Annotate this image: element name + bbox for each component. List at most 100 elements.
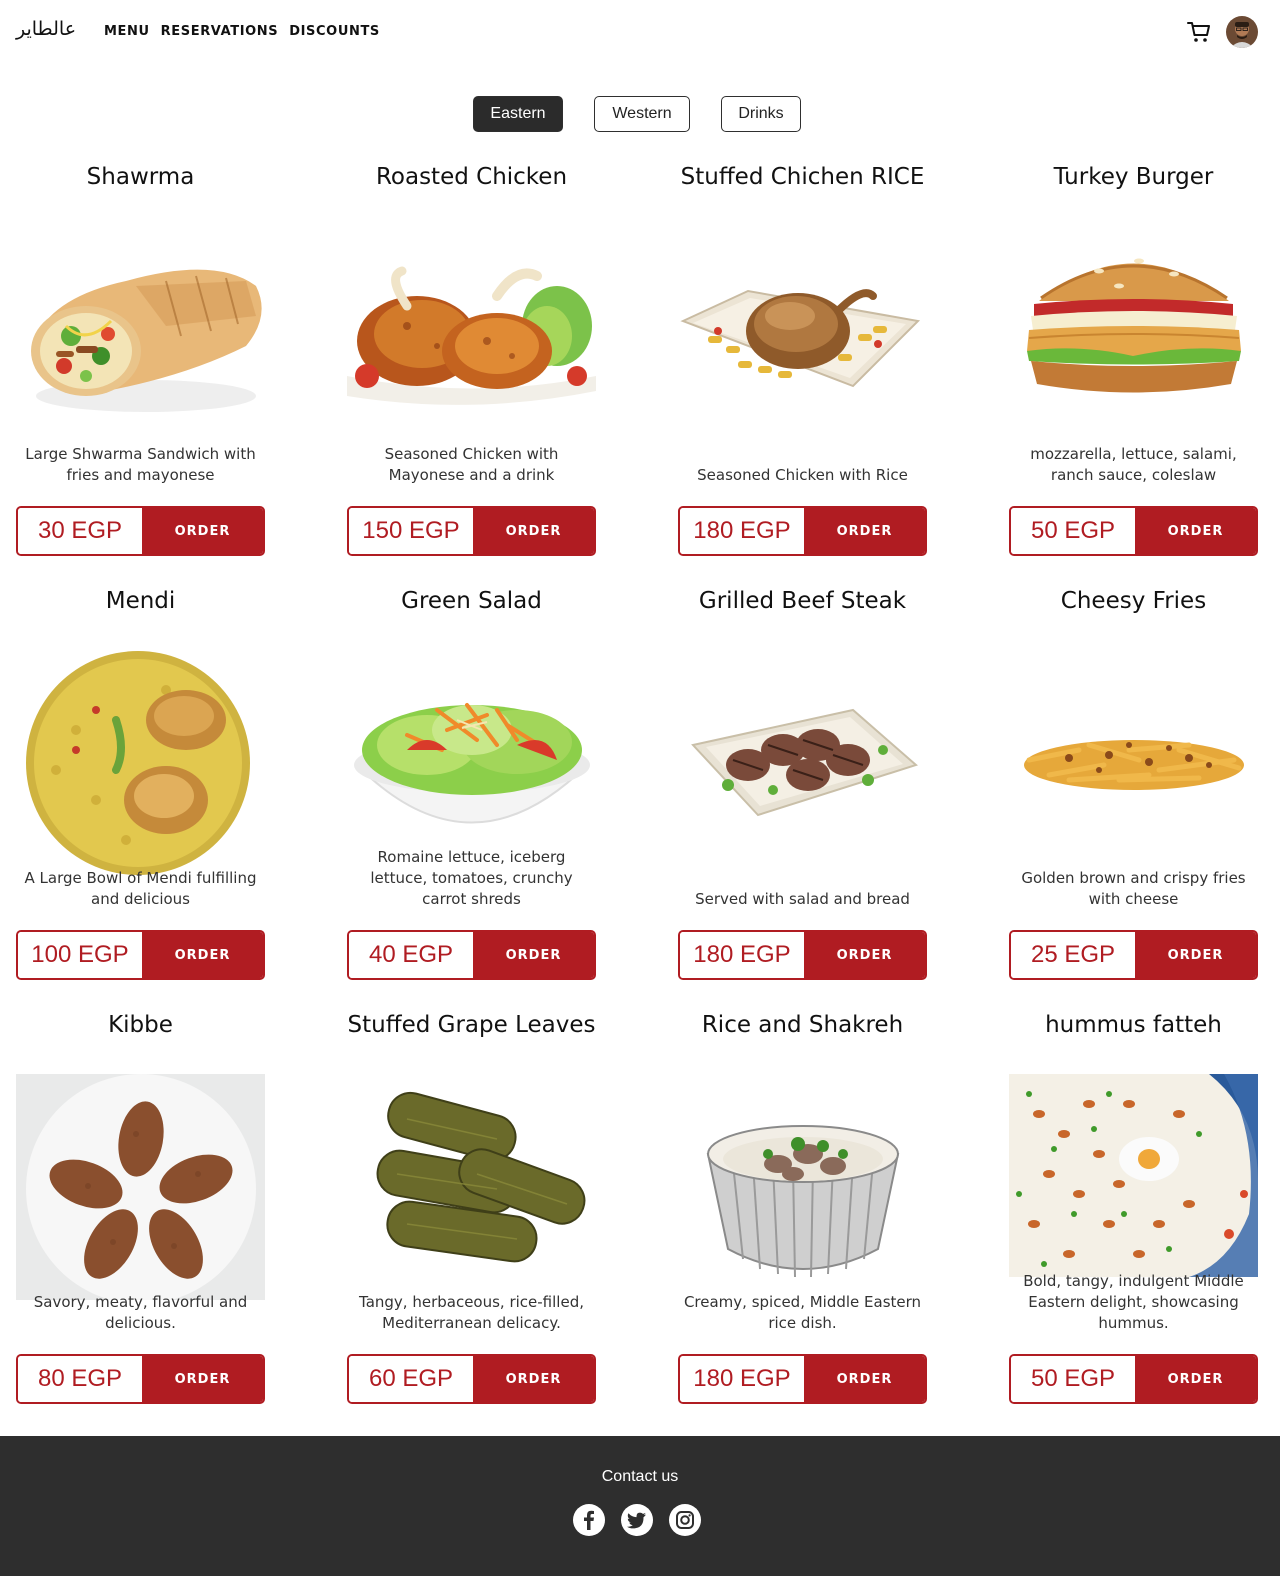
item-description: Romaine lettuce, iceberg lettuce, tomato…	[370, 848, 573, 908]
main-nav: MENU RESERVATIONS DISCOUNTS	[104, 24, 380, 39]
item-image-kibbe	[16, 1074, 265, 1300]
price-order-bar: 80 EGP ORDER	[16, 1354, 265, 1404]
item-name: Kibbe	[108, 1012, 173, 1038]
price-order-bar: 180 EGP ORDER	[678, 1354, 927, 1404]
item-image-burger	[1009, 226, 1258, 452]
category-tabs: Eastern Western Drinks	[0, 96, 1280, 132]
item-image-hummus-fatteh	[1009, 1074, 1258, 1300]
social-links	[573, 1504, 701, 1536]
menu-card: Grilled Beef Steak Served with salad and…	[678, 584, 927, 984]
item-name: Rice and Shakreh	[701, 1012, 904, 1038]
menu-card: hummus fatteh Bold, tangy, indulgent Mid…	[1009, 1008, 1258, 1408]
menu-card: Green Salad Romaine lettuce, iceberg let	[347, 584, 596, 984]
item-image-steak	[678, 650, 927, 876]
item-description: Served with salad and bread	[695, 890, 910, 908]
order-button[interactable]: ORDER	[1135, 1356, 1256, 1402]
item-price: 60 EGP	[349, 1356, 473, 1402]
item-name: Green Salad	[401, 588, 542, 614]
menu-card: Cheesy Fries Golden brown and crispy fri…	[1009, 584, 1258, 984]
item-name: hummus fatteh	[1045, 1012, 1222, 1038]
price-order-bar: 50 EGP ORDER	[1009, 506, 1258, 556]
item-image-roasted-chicken	[347, 226, 596, 452]
nav-discounts-link[interactable]: DISCOUNTS	[289, 24, 380, 39]
top-navbar: عالطاير MENU RESERVATIONS DISCOUNTS	[0, 0, 1280, 64]
item-name: Stuffed Grape Leaves	[347, 1012, 596, 1038]
item-price: 50 EGP	[1011, 1356, 1135, 1402]
item-description: mozzarella, lettuce, salami, ranch sauce…	[1030, 445, 1237, 484]
item-image-grape-leaves	[347, 1074, 596, 1300]
tab-western[interactable]: Western	[594, 96, 690, 132]
price-order-bar: 100 EGP ORDER	[16, 930, 265, 980]
item-description: Bold, tangy, indulgent Middle Eastern de…	[1023, 1272, 1244, 1332]
item-price: 100 EGP	[18, 932, 142, 978]
menu-card: Kibbe Savory, meaty, flavorful and delic…	[16, 1008, 265, 1408]
item-image-salad	[347, 650, 596, 876]
order-button[interactable]: ORDER	[804, 1356, 925, 1402]
facebook-icon[interactable]	[573, 1504, 605, 1536]
order-button[interactable]: ORDER	[473, 1356, 594, 1402]
item-price: 30 EGP	[18, 508, 142, 554]
item-description: Seasoned Chicken with Rice	[697, 466, 908, 484]
item-price: 180 EGP	[680, 932, 804, 978]
item-price: 50 EGP	[1011, 508, 1135, 554]
order-button[interactable]: ORDER	[1135, 932, 1256, 978]
item-name: Cheesy Fries	[1060, 588, 1207, 614]
item-price: 180 EGP	[680, 508, 804, 554]
item-description: Savory, meaty, flavorful and delicious.	[33, 1293, 248, 1332]
user-avatar[interactable]	[1226, 16, 1258, 48]
tab-drinks[interactable]: Drinks	[721, 96, 801, 132]
item-price: 150 EGP	[349, 508, 473, 554]
item-price: 25 EGP	[1011, 932, 1135, 978]
item-description: Golden brown and crispy fries with chees…	[1021, 869, 1246, 908]
item-name: Grilled Beef Steak	[698, 588, 907, 614]
item-description: Seasoned Chicken with Mayonese and a dri…	[384, 445, 559, 484]
nav-menu-link[interactable]: MENU	[104, 24, 150, 39]
order-button[interactable]: ORDER	[1135, 508, 1256, 554]
order-button[interactable]: ORDER	[473, 508, 594, 554]
nav-reservations-link[interactable]: RESERVATIONS	[161, 24, 279, 39]
item-name: Mendi	[105, 588, 176, 614]
twitter-icon[interactable]	[621, 1504, 653, 1536]
order-button[interactable]: ORDER	[804, 932, 925, 978]
item-image-shawarma	[16, 226, 265, 452]
item-description: Tangy, herbaceous, rice-filled, Mediterr…	[359, 1293, 584, 1332]
price-order-bar: 60 EGP ORDER	[347, 1354, 596, 1404]
price-order-bar: 180 EGP ORDER	[678, 930, 927, 980]
menu-card: Mendi A Large Bowl of Mendi fulfilling a…	[16, 584, 265, 984]
price-order-bar: 30 EGP ORDER	[16, 506, 265, 556]
tab-eastern[interactable]: Eastern	[473, 96, 563, 132]
item-image-whole-chicken	[678, 226, 927, 452]
item-image-cheesy-fries	[1009, 650, 1258, 876]
menu-card: Stuffed Grape Leaves Tangy, herbaceous, …	[347, 1008, 596, 1408]
footer: Contact us	[0, 1436, 1280, 1576]
cart-icon[interactable]	[1186, 19, 1212, 45]
price-order-bar: 40 EGP ORDER	[347, 930, 596, 980]
item-name: Turkey Burger	[1053, 164, 1214, 190]
order-button[interactable]: ORDER	[142, 1356, 263, 1402]
price-order-bar: 180 EGP ORDER	[678, 506, 927, 556]
order-button[interactable]: ORDER	[142, 508, 263, 554]
menu-card: Roasted Chicken Seasoned Chicken with Ma…	[347, 160, 596, 560]
menu-card: Turkey Burger mozzarella, lettuce, salam…	[1009, 160, 1258, 560]
instagram-icon[interactable]	[669, 1504, 701, 1536]
order-button[interactable]: ORDER	[804, 508, 925, 554]
item-image-mendi	[16, 650, 265, 876]
price-order-bar: 25 EGP ORDER	[1009, 930, 1258, 980]
contact-us-label: Contact us	[601, 1468, 679, 1485]
item-description: Large Shwarma Sandwich with fries and ma…	[25, 445, 256, 484]
price-order-bar: 150 EGP ORDER	[347, 506, 596, 556]
item-name: Shawrma	[86, 164, 195, 190]
order-button[interactable]: ORDER	[473, 932, 594, 978]
item-price: 80 EGP	[18, 1356, 142, 1402]
order-button[interactable]: ORDER	[142, 932, 263, 978]
menu-grid: Shawrma Large Shwarma Sandwich with frie…	[16, 160, 1258, 1408]
item-price: 40 EGP	[349, 932, 473, 978]
item-image-shakreh	[678, 1074, 927, 1300]
price-order-bar: 50 EGP ORDER	[1009, 1354, 1258, 1404]
item-name: Roasted Chicken	[375, 164, 568, 190]
item-name: Stuffed Chichen RICE	[680, 164, 925, 190]
item-description: Creamy, spiced, Middle Eastern rice dish…	[683, 1293, 922, 1332]
item-description: A Large Bowl of Mendi fulfilling and del…	[24, 869, 257, 908]
brand-logo[interactable]: عالطاير	[16, 18, 76, 40]
item-price: 180 EGP	[680, 1356, 804, 1402]
